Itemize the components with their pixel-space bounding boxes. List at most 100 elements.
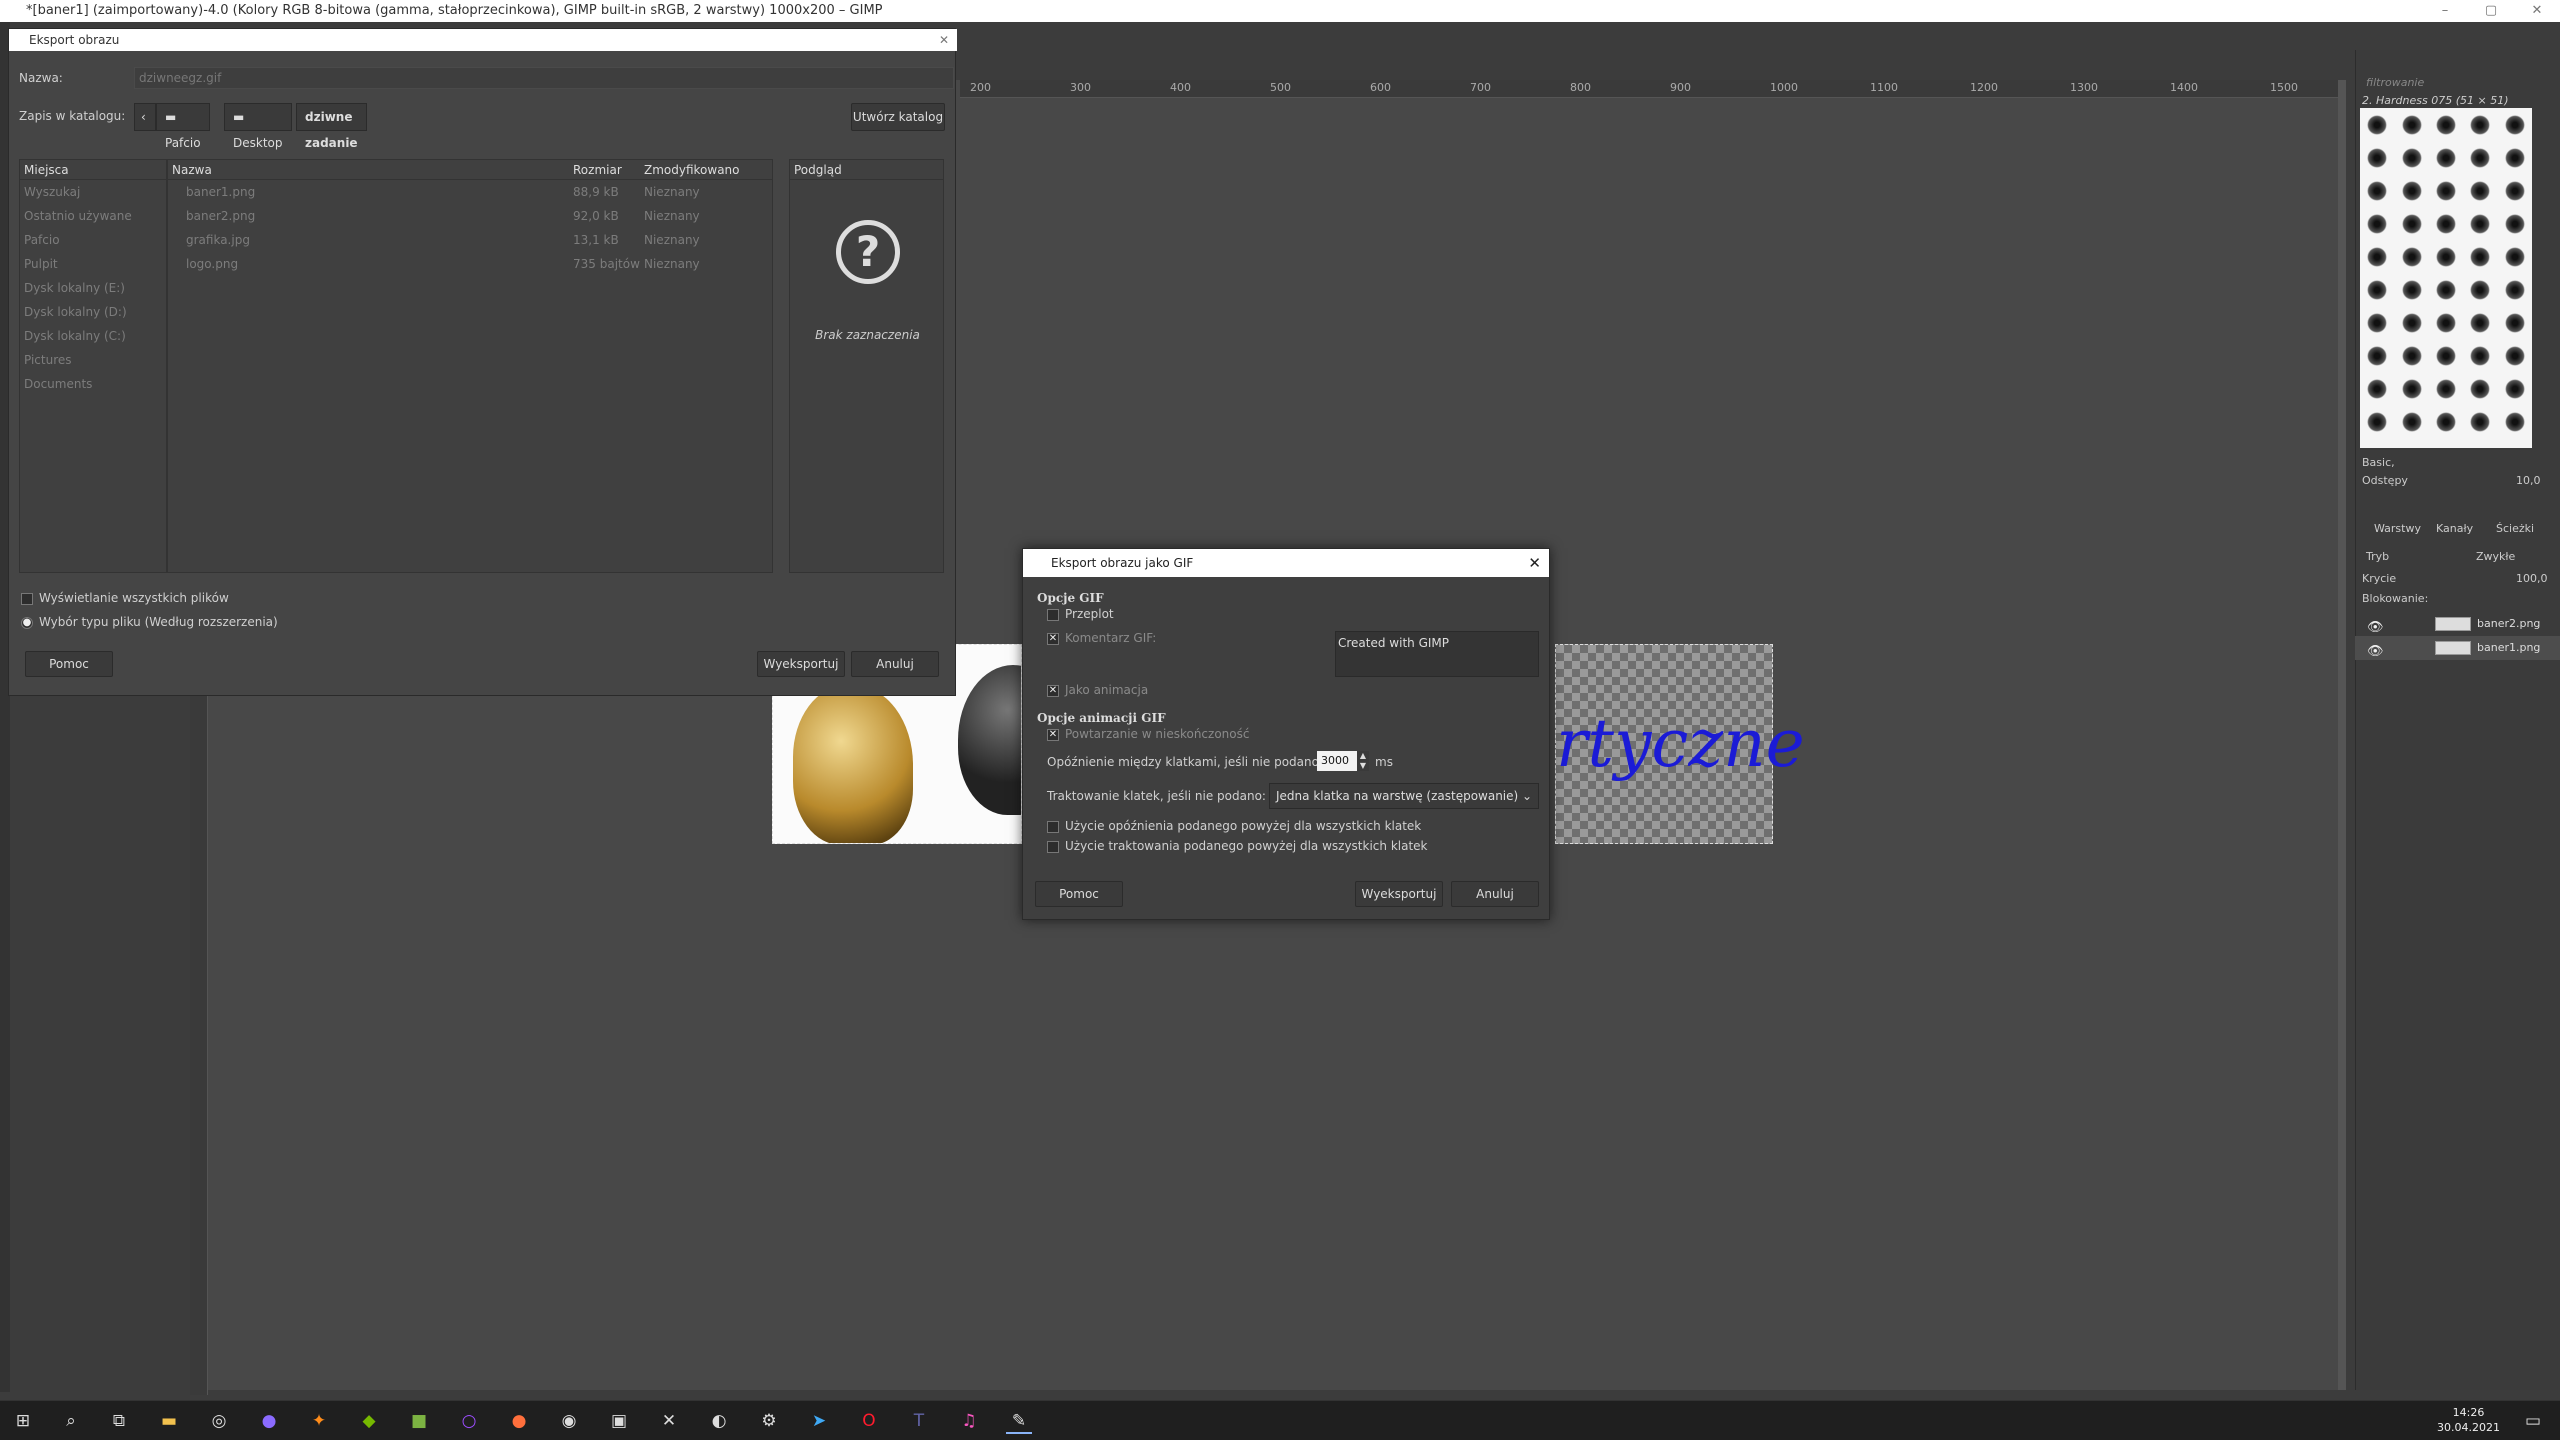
- brush-preset[interactable]: [2498, 141, 2532, 174]
- gif-comment-textarea[interactable]: Created with GIMP: [1335, 631, 1539, 677]
- windows-start-icon[interactable]: ⊞: [10, 1408, 36, 1434]
- nvidia-icon[interactable]: ◆: [356, 1408, 382, 1434]
- breadcrumb-item[interactable]: ▬ Pafcio: [156, 103, 210, 150]
- brush-filter[interactable]: filtrowanie: [2366, 76, 2424, 89]
- brush-preset[interactable]: [2463, 240, 2497, 273]
- brush-preset[interactable]: [2498, 273, 2532, 306]
- brush-preset[interactable]: [2498, 306, 2532, 339]
- brush-preset[interactable]: [2429, 141, 2463, 174]
- as-animation-checkbox[interactable]: ✕: [1047, 685, 1059, 697]
- clock[interactable]: 14:26 30.04.2021: [2437, 1405, 2500, 1435]
- brush-preset[interactable]: [2498, 405, 2532, 438]
- messenger-icon[interactable]: ●: [256, 1408, 282, 1434]
- brush-preset[interactable]: [2463, 108, 2497, 141]
- tab-paths[interactable]: Ścieżki: [2496, 522, 2534, 535]
- search-icon[interactable]: ⌕: [58, 1408, 84, 1434]
- places-item[interactable]: Dysk lokalny (D:): [20, 300, 166, 324]
- places-item[interactable]: Dysk lokalny (E:): [20, 276, 166, 300]
- delay-input[interactable]: 3000: [1317, 751, 1357, 771]
- places-item[interactable]: Pictures: [20, 348, 166, 372]
- file-row[interactable]: grafika.jpg 13,1 kB Nieznany: [168, 228, 772, 252]
- brush-preset[interactable]: [2463, 207, 2497, 240]
- brush-preset[interactable]: [2463, 372, 2497, 405]
- xbox-icon[interactable]: ✕: [656, 1408, 682, 1434]
- places-item[interactable]: Documents: [20, 372, 166, 396]
- brush-preset[interactable]: [2429, 372, 2463, 405]
- brush-preset[interactable]: [2463, 174, 2497, 207]
- interlace-checkbox[interactable]: [1047, 609, 1059, 621]
- brush-preset[interactable]: [2360, 207, 2394, 240]
- file-type-expander[interactable]: ●: [21, 617, 33, 629]
- epic-games-icon[interactable]: ▣: [606, 1408, 632, 1434]
- app-icon[interactable]: ○: [456, 1408, 482, 1434]
- breadcrumb-item-current[interactable]: dziwne zadanie egz: [296, 103, 367, 176]
- brush-preset[interactable]: [2360, 174, 2394, 207]
- export-button[interactable]: Wyeksportuj: [757, 651, 845, 677]
- brush-preset[interactable]: [2360, 306, 2394, 339]
- brush-preset[interactable]: [2394, 306, 2428, 339]
- minecraft-icon[interactable]: ■: [406, 1408, 432, 1434]
- brush-preset[interactable]: [2394, 174, 2428, 207]
- teams-icon[interactable]: T: [906, 1408, 932, 1434]
- app-icon[interactable]: ◐: [706, 1408, 732, 1434]
- brush-preset[interactable]: [2360, 339, 2394, 372]
- tab-channels[interactable]: Kanały: [2436, 522, 2473, 535]
- brush-preset[interactable]: [2429, 306, 2463, 339]
- brush-preset[interactable]: [2463, 141, 2497, 174]
- brush-preset[interactable]: [2394, 108, 2428, 141]
- use-disposal-all-checkbox[interactable]: [1047, 841, 1059, 853]
- gimp-icon[interactable]: ✎: [1006, 1408, 1032, 1434]
- column-size[interactable]: Rozmiar: [573, 160, 622, 180]
- brush-preset[interactable]: [2394, 240, 2428, 273]
- breadcrumb-back-button[interactable]: ‹: [134, 103, 156, 131]
- file-row[interactable]: baner2.png 92,0 kB Nieznany: [168, 204, 772, 228]
- eye-icon[interactable]: 👁: [2367, 640, 2384, 664]
- brush-preset[interactable]: [2463, 306, 2497, 339]
- brush-preset[interactable]: [2498, 207, 2532, 240]
- places-item[interactable]: Ostatnio używane: [20, 204, 166, 228]
- close-icon[interactable]: ✕: [939, 29, 949, 51]
- brush-preset[interactable]: [2394, 141, 2428, 174]
- brush-preset[interactable]: [2360, 405, 2394, 438]
- places-item[interactable]: Wyszukaj: [20, 180, 166, 204]
- file-row[interactable]: baner1.png 88,9 kB Nieznany: [168, 180, 772, 204]
- create-folder-button[interactable]: Utwórz katalog: [851, 103, 945, 131]
- app-icon[interactable]: ●: [506, 1408, 532, 1434]
- column-modified[interactable]: Zmodyfikowano: [644, 160, 740, 180]
- settings-icon[interactable]: ⚙: [756, 1408, 782, 1434]
- brush-preset[interactable]: [2360, 240, 2394, 273]
- brush-preset[interactable]: [2429, 339, 2463, 372]
- layer-row[interactable]: 👁 baner1.png: [2355, 636, 2560, 660]
- brush-preset[interactable]: [2394, 405, 2428, 438]
- filename-input[interactable]: dziwneegz.gif: [134, 67, 954, 89]
- gif-help-button[interactable]: Pomoc: [1035, 881, 1123, 907]
- brush-preset[interactable]: [2360, 141, 2394, 174]
- show-all-files-checkbox[interactable]: [21, 593, 33, 605]
- mode-select[interactable]: Zwykłe: [2476, 550, 2515, 563]
- gif-comment-checkbox[interactable]: ✕: [1047, 633, 1059, 645]
- brush-preset[interactable]: [2360, 372, 2394, 405]
- music-icon[interactable]: ♫: [956, 1408, 982, 1434]
- tab-layers[interactable]: Warstwy: [2374, 522, 2421, 535]
- app-icon[interactable]: ◉: [556, 1408, 582, 1434]
- column-name[interactable]: Nazwa: [172, 160, 212, 180]
- brush-preset[interactable]: [2394, 207, 2428, 240]
- close-icon[interactable]: ✕: [1528, 549, 1541, 577]
- minimize-button[interactable]: –: [2422, 0, 2468, 22]
- brush-preset[interactable]: [2498, 339, 2532, 372]
- disposal-select[interactable]: Jedna klatka na warstwę (zastępowanie) ⌄: [1269, 783, 1539, 809]
- brush-preset[interactable]: [2429, 240, 2463, 273]
- gif-cancel-button[interactable]: Anuluj: [1451, 881, 1539, 907]
- file-row[interactable]: logo.png 735 bajtów Nieznany: [168, 252, 772, 276]
- brush-preset[interactable]: [2429, 174, 2463, 207]
- brush-grid[interactable]: [2360, 108, 2532, 448]
- notifications-icon[interactable]: ▭: [2520, 1408, 2546, 1434]
- brush-preset[interactable]: [2394, 273, 2428, 306]
- brush-preset[interactable]: [2429, 273, 2463, 306]
- use-delay-all-checkbox[interactable]: [1047, 821, 1059, 833]
- brush-preset[interactable]: [2498, 174, 2532, 207]
- brush-preset[interactable]: [2394, 339, 2428, 372]
- brush-preset[interactable]: [2429, 405, 2463, 438]
- gif-export-button[interactable]: Wyeksportuj: [1355, 881, 1443, 907]
- delay-stepper[interactable]: ▲ ▼: [1357, 751, 1369, 771]
